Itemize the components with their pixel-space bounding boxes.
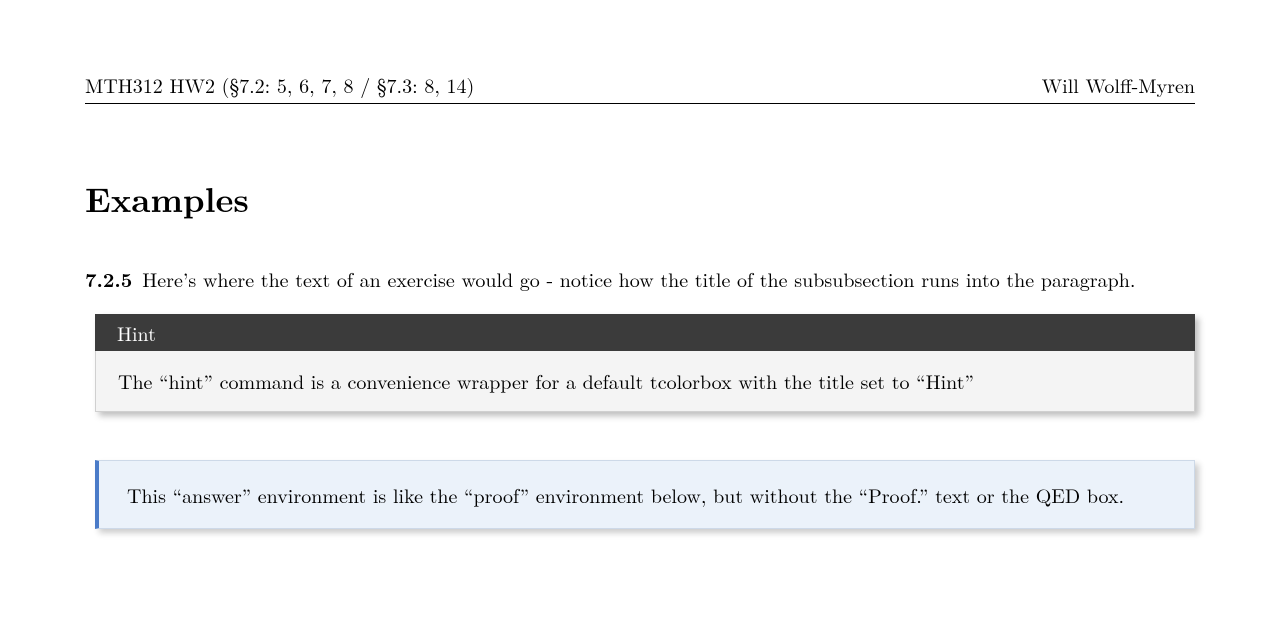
answer-body: This “answer” environment is like the “p… <box>127 480 1124 509</box>
exercise-text: Here’s where the text of an exercise wou… <box>142 264 1135 293</box>
hint-title: Hint <box>95 314 1195 351</box>
answer-box: This “answer” environment is like the “p… <box>95 460 1195 529</box>
section-title: Examples <box>85 174 1195 223</box>
header-rule <box>85 103 1195 104</box>
exercise-number: 7.2.5 <box>85 264 132 293</box>
header-right: Will Wolff-Myren <box>1042 70 1195 99</box>
page-header: MTH312 HW2 (§7.2: 5, 6, 7, 8 / §7.3: 8, … <box>85 70 1195 99</box>
exercise-paragraph: 7.2.5 Here’s where the text of an exercis… <box>85 261 1195 296</box>
hint-box: Hint The “hint” command is a convenience… <box>95 314 1195 412</box>
hint-body: The “hint” command is a convenience wrap… <box>95 351 1195 412</box>
header-left: MTH312 HW2 (§7.2: 5, 6, 7, 8 / §7.3: 8, … <box>85 70 474 99</box>
